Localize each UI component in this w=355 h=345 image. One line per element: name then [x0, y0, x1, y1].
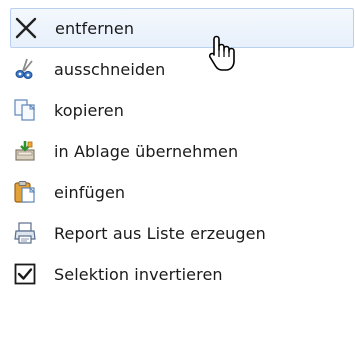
- menu-item-add-to-clipboard[interactable]: in Ablage übernehmen: [10, 131, 354, 171]
- hand-cursor-icon: [205, 33, 239, 77]
- checkbox-checked-icon: [12, 261, 38, 287]
- menu-item-label: in Ablage übernehmen: [54, 141, 239, 161]
- close-x-icon: [13, 15, 39, 41]
- menu-item-invert-selection[interactable]: Selektion invertieren: [10, 254, 354, 294]
- menu-item-copy[interactable]: kopieren: [10, 90, 354, 130]
- copy-icon: [12, 97, 38, 123]
- printer-icon: [12, 220, 38, 246]
- menu-item-cut[interactable]: ausschneiden: [10, 49, 354, 89]
- menu-item-paste[interactable]: einfügen: [10, 172, 354, 212]
- context-menu: entfernen ausschneiden kopieren in Ablag…: [0, 0, 355, 345]
- menu-item-label: ausschneiden: [54, 59, 166, 79]
- menu-item-create-report[interactable]: Report aus Liste erzeugen: [10, 213, 354, 253]
- menu-item-remove[interactable]: entfernen: [10, 8, 354, 48]
- menu-item-label: entfernen: [55, 18, 135, 38]
- menu-item-label: Report aus Liste erzeugen: [54, 223, 266, 243]
- add-to-clipboard-icon: [12, 138, 38, 164]
- menu-item-label: kopieren: [54, 100, 124, 120]
- menu-item-label: Selektion invertieren: [54, 264, 223, 284]
- scissors-icon: [12, 56, 38, 82]
- menu-item-label: einfügen: [54, 182, 126, 202]
- paste-icon: [12, 179, 38, 205]
